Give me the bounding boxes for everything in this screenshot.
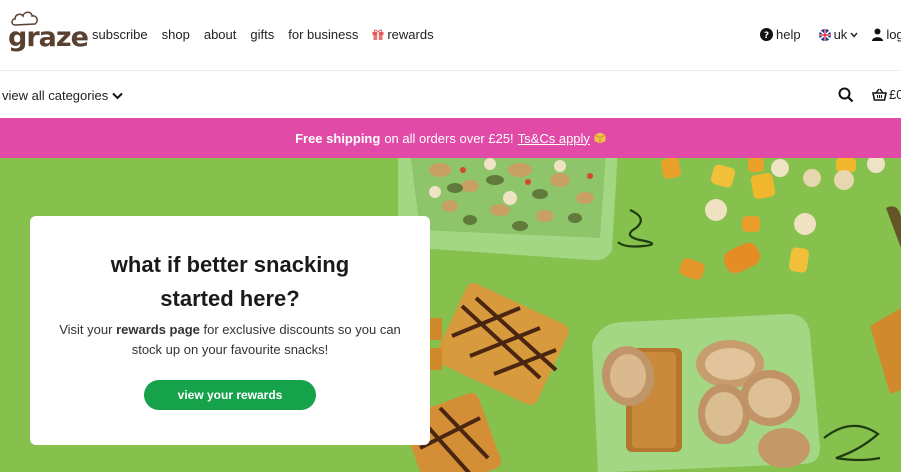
nut-tray-image [398, 158, 618, 261]
help-label: help [776, 27, 801, 42]
terms-link[interactable]: Ts&Cs apply [518, 131, 590, 146]
promo-highlight: Free shipping [295, 130, 381, 146]
squiggle-decoration [617, 208, 654, 248]
svg-text:?: ? [764, 31, 769, 41]
nav-subscribe[interactable]: subscribe [92, 27, 148, 42]
hero-card: what if better snacking started here? Vi… [30, 216, 430, 445]
logo-text: graze [8, 22, 89, 53]
nav-utilities: ? help uk log [760, 27, 901, 42]
help-icon: ? [760, 28, 773, 41]
category-bar: view all categories £0 [0, 72, 901, 118]
region-label: uk [833, 27, 848, 42]
graze-logo[interactable]: graze [8, 8, 89, 53]
search-icon[interactable] [838, 87, 854, 103]
rewards-page-emphasis: rewards page [116, 322, 200, 337]
hero-description: Visit your rewards page for exclusive di… [52, 320, 408, 360]
gift-icon [372, 29, 384, 40]
hero-title-line-1: what if better snacking [110, 252, 350, 277]
chevron-down-icon [850, 32, 858, 38]
corn-puffs-image [661, 158, 885, 280]
view-rewards-button[interactable]: view your rewards [144, 380, 316, 410]
promo-text: on all orders over £25! [384, 130, 514, 146]
chevron-down-icon [112, 92, 123, 99]
basket-icon [872, 88, 887, 101]
region-selector[interactable]: uk [818, 27, 859, 42]
main-nav: subscribe shop about gifts for business … [92, 27, 434, 42]
nav-rewards[interactable]: rewards [372, 27, 434, 42]
account-label: log [886, 27, 901, 42]
basket-button[interactable]: £0 [872, 87, 901, 102]
help-link[interactable]: ? help [760, 27, 801, 42]
nav-about[interactable]: about [204, 27, 237, 42]
user-icon [872, 28, 884, 41]
hero-title-line-2: started here? [160, 286, 300, 311]
view-all-categories-button[interactable]: view all categories [2, 88, 123, 103]
nav-for-business[interactable]: for business [288, 27, 358, 42]
basket-total: £0 [889, 87, 901, 102]
uk-flag-icon [818, 28, 831, 41]
hero-body-pre: Visit your [59, 322, 113, 337]
nav-gifts[interactable]: gifts [250, 27, 274, 42]
nav-rewards-label: rewards [387, 27, 434, 42]
top-nav: graze subscribe shop about gifts for bus… [0, 0, 901, 71]
promo-banner: Free shipping on all orders over £25! Ts… [0, 118, 901, 158]
bread-tray-image [592, 314, 820, 472]
view-all-categories-label: view all categories [2, 88, 109, 103]
nav-shop[interactable]: shop [162, 27, 190, 42]
box-icon [594, 132, 606, 144]
squiggle-decoration-2 [823, 424, 881, 462]
account-link[interactable]: log [872, 27, 901, 42]
hero-title: what if better snacking started here? [30, 248, 430, 316]
